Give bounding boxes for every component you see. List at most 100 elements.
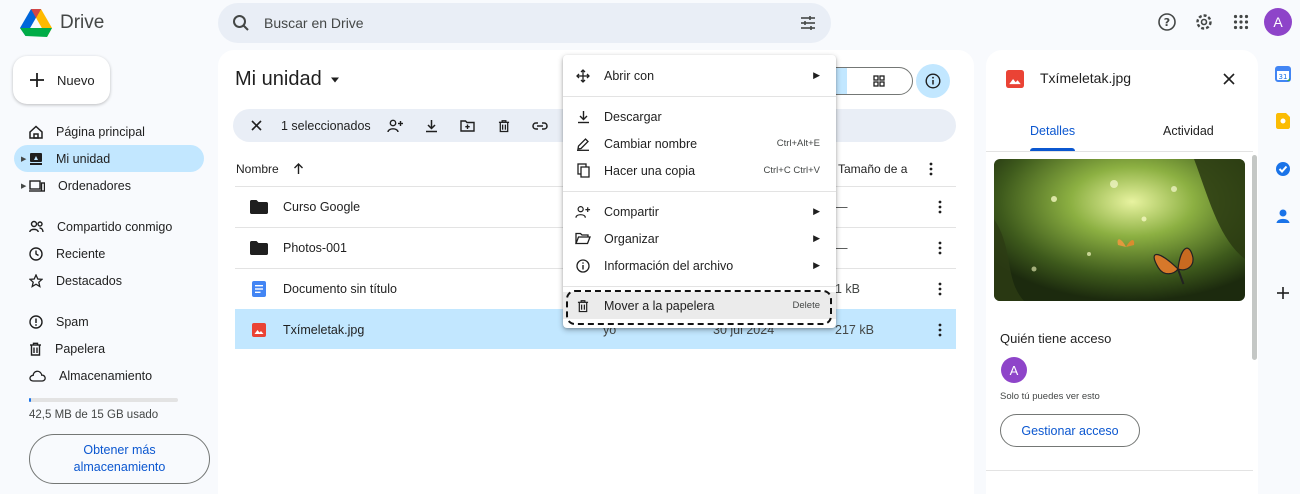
keep-app-icon[interactable] bbox=[1272, 110, 1294, 132]
manage-access-button[interactable]: Gestionar acceso bbox=[1000, 414, 1140, 447]
move-to-folder-icon[interactable] bbox=[457, 115, 479, 137]
menu-item-label: Descargar bbox=[604, 109, 662, 124]
menu-item-download[interactable]: Descargar bbox=[563, 103, 836, 130]
download-icon bbox=[575, 109, 591, 125]
sidebar-item-label: Reciente bbox=[56, 246, 106, 261]
help-icon[interactable]: ? bbox=[1153, 8, 1181, 36]
search-bar[interactable]: Buscar en Drive bbox=[218, 3, 831, 43]
selection-count: 1 seleccionados bbox=[281, 118, 371, 133]
menu-item-organize[interactable]: Organizar ▶ bbox=[563, 225, 836, 252]
contacts-app-icon[interactable] bbox=[1272, 205, 1294, 227]
menu-item-make-copy[interactable]: Hacer una copia Ctrl+C Ctrl+V bbox=[563, 157, 836, 184]
menu-item-share[interactable]: Compartir ▶ bbox=[563, 198, 836, 225]
owner-avatar: A bbox=[1001, 357, 1027, 383]
sidebar-item-starred[interactable]: Destacados bbox=[14, 267, 204, 294]
search-input[interactable]: Buscar en Drive bbox=[264, 15, 799, 31]
menu-divider bbox=[563, 286, 836, 287]
expand-caret-icon[interactable]: ▶ bbox=[21, 155, 26, 163]
expand-caret-icon[interactable]: ▶ bbox=[21, 182, 26, 190]
grid-view-button[interactable] bbox=[847, 68, 913, 94]
settings-gear-icon[interactable] bbox=[1190, 8, 1218, 36]
pencil-rename-icon bbox=[575, 136, 591, 152]
search-icon[interactable] bbox=[232, 14, 250, 32]
info-icon bbox=[575, 258, 591, 274]
sidebar-item-recent[interactable]: Reciente bbox=[14, 240, 204, 267]
home-icon bbox=[29, 124, 43, 139]
access-heading: Quién tiene acceso bbox=[1000, 331, 1112, 346]
share-person-add-icon[interactable] bbox=[385, 115, 407, 137]
sidebar-item-shared[interactable]: Compartido conmigo bbox=[14, 213, 204, 240]
sidebar-item-label: Mi unidad bbox=[56, 151, 111, 166]
highlight-outline bbox=[566, 290, 832, 325]
menu-item-file-info[interactable]: Información del archivo ▶ bbox=[563, 252, 836, 279]
file-name: Txímeletak.jpg bbox=[283, 322, 365, 337]
sidebar-item-storage[interactable]: Almacenamiento bbox=[14, 362, 204, 389]
computers-icon bbox=[29, 179, 45, 193]
copy-link-icon[interactable] bbox=[529, 115, 551, 137]
menu-item-shortcut: Ctrl+Alt+E bbox=[776, 138, 820, 149]
column-options-more-icon[interactable] bbox=[929, 162, 933, 176]
apps-grid-icon[interactable] bbox=[1227, 8, 1255, 36]
my-drive-icon bbox=[29, 152, 43, 166]
download-icon[interactable] bbox=[421, 115, 443, 137]
image-file-icon bbox=[1006, 70, 1024, 88]
add-addon-plus-icon[interactable] bbox=[1272, 282, 1294, 304]
menu-item-label: Compartir bbox=[604, 204, 659, 219]
tab-activity[interactable]: Actividad bbox=[1163, 124, 1214, 138]
menu-item-label: Organizar bbox=[604, 231, 659, 246]
menu-item-label: Hacer una copia bbox=[604, 163, 696, 178]
spam-icon bbox=[29, 314, 43, 329]
sort-arrow-up-icon[interactable] bbox=[293, 163, 304, 175]
sidebar-item-label: Papelera bbox=[55, 341, 106, 356]
sidebar-item-trash[interactable]: Papelera bbox=[14, 335, 204, 362]
sidebar-item-home[interactable]: Página principal bbox=[14, 118, 204, 145]
svg-text:31: 31 bbox=[1279, 73, 1288, 81]
file-size: 217 kB bbox=[835, 322, 874, 337]
menu-divider bbox=[563, 96, 836, 97]
row-more-actions-icon[interactable] bbox=[930, 241, 950, 255]
file-name: Documento sin título bbox=[283, 281, 397, 296]
menu-item-rename[interactable]: Cambiar nombre Ctrl+Alt+E bbox=[563, 130, 836, 157]
page-title-dropdown[interactable]: Mi unidad bbox=[235, 68, 340, 91]
tab-details[interactable]: Detalles bbox=[1030, 124, 1075, 138]
trash-icon bbox=[29, 342, 42, 356]
details-info-button[interactable] bbox=[916, 64, 950, 98]
account-avatar[interactable]: A bbox=[1264, 8, 1292, 36]
close-details-icon[interactable] bbox=[1218, 68, 1240, 90]
sidebar-item-label: Almacenamiento bbox=[59, 368, 153, 383]
new-button[interactable]: Nuevo bbox=[13, 56, 110, 104]
row-more-actions-icon[interactable] bbox=[930, 282, 950, 296]
sidebar-item-my-drive[interactable]: ▶ Mi unidad bbox=[14, 145, 204, 172]
details-scrollbar[interactable] bbox=[1252, 155, 1257, 360]
clear-selection-close-icon[interactable] bbox=[245, 115, 267, 137]
context-menu: Abrir con ▶ Descargar Cambiar nombre Ctr… bbox=[563, 55, 836, 328]
file-name: Photos-001 bbox=[283, 240, 347, 255]
sidebar-item-label: Compartido conmigo bbox=[57, 219, 173, 234]
image-preview[interactable] bbox=[994, 159, 1245, 301]
drive-logo[interactable]: Drive bbox=[20, 6, 104, 40]
search-options-icon[interactable] bbox=[799, 14, 817, 32]
storage-progress-fill bbox=[29, 398, 31, 402]
column-name-label: Nombre bbox=[236, 162, 279, 176]
menu-item-label: Información del archivo bbox=[604, 258, 734, 273]
file-size: — bbox=[835, 199, 848, 214]
access-note: Solo tú puedes ver esto bbox=[1000, 391, 1100, 402]
submenu-arrow-icon: ▶ bbox=[813, 233, 820, 243]
clock-icon bbox=[29, 246, 43, 261]
tasks-app-icon[interactable] bbox=[1272, 158, 1294, 180]
row-more-actions-icon[interactable] bbox=[930, 200, 950, 214]
delete-trash-icon[interactable] bbox=[493, 115, 515, 137]
column-header-size[interactable]: Tamaño de a bbox=[838, 158, 907, 180]
details-divider bbox=[986, 470, 1253, 471]
file-size: — bbox=[835, 240, 848, 255]
column-header-name[interactable]: Nombre bbox=[236, 158, 304, 180]
submenu-arrow-icon: ▶ bbox=[813, 70, 820, 80]
sidebar-item-computers[interactable]: ▶ Ordenadores bbox=[14, 172, 204, 199]
get-more-storage-button[interactable]: Obtener más almacenamiento bbox=[29, 434, 210, 484]
image-file-icon bbox=[235, 322, 283, 337]
row-more-actions-icon[interactable] bbox=[930, 323, 950, 337]
calendar-app-icon[interactable]: 31 bbox=[1272, 63, 1294, 85]
sidebar-item-spam[interactable]: Spam bbox=[14, 308, 204, 335]
tab-divider bbox=[986, 151, 1253, 152]
menu-item-open-with[interactable]: Abrir con ▶ bbox=[563, 62, 836, 89]
